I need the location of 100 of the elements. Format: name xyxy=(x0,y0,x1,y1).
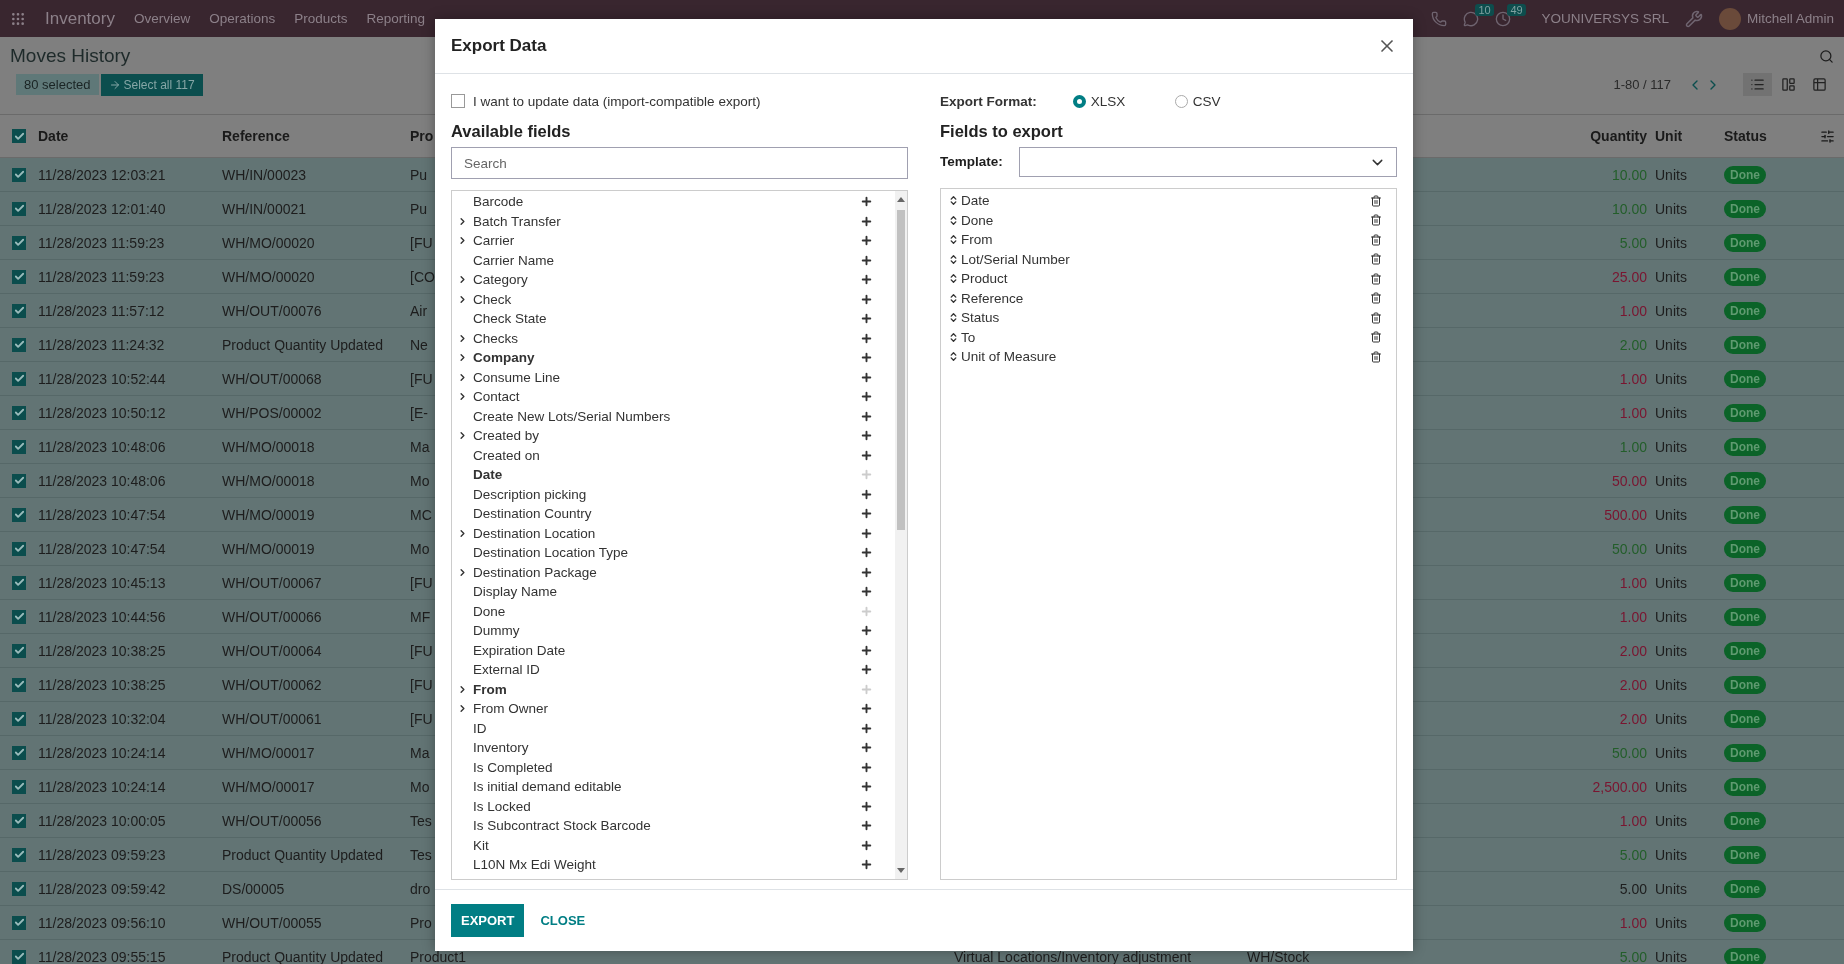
row-checkbox[interactable] xyxy=(12,949,26,964)
field-name[interactable]: Checks xyxy=(473,330,518,346)
field-name[interactable]: Done xyxy=(473,603,506,619)
row-checkbox[interactable] xyxy=(12,303,26,318)
row-checkbox[interactable] xyxy=(12,915,26,930)
delete-icon[interactable] xyxy=(1370,233,1382,246)
add-icon[interactable] xyxy=(860,780,873,794)
row-checkbox[interactable] xyxy=(12,201,26,216)
row-checkbox[interactable] xyxy=(12,405,26,420)
drag-handle-icon[interactable] xyxy=(948,234,959,246)
drag-handle-icon[interactable] xyxy=(948,331,959,343)
apps-menu-icon[interactable] xyxy=(10,10,26,27)
row-checkbox[interactable] xyxy=(12,439,26,454)
field-name[interactable]: Description picking xyxy=(473,486,587,502)
scrollbar[interactable] xyxy=(895,191,907,879)
expand-icon[interactable] xyxy=(457,235,468,247)
field-name[interactable]: Check xyxy=(473,291,512,307)
field-name[interactable]: Product xyxy=(961,271,1008,287)
add-icon[interactable] xyxy=(860,799,873,813)
add-icon[interactable] xyxy=(860,546,873,560)
row-checkbox[interactable] xyxy=(12,643,26,658)
field-name[interactable]: Dummy xyxy=(473,623,520,639)
expand-icon[interactable] xyxy=(457,683,468,695)
delete-icon[interactable] xyxy=(1370,350,1382,363)
drag-handle-icon[interactable] xyxy=(948,312,959,324)
delete-icon[interactable] xyxy=(1370,214,1382,227)
radio-label[interactable]: XLSX xyxy=(1090,93,1126,109)
format-radio[interactable] xyxy=(1072,94,1086,108)
delete-icon[interactable] xyxy=(1370,311,1382,324)
add-icon[interactable] xyxy=(860,721,873,735)
field-name[interactable]: To xyxy=(961,329,976,345)
add-icon[interactable] xyxy=(860,624,873,638)
add-icon[interactable] xyxy=(860,526,873,540)
add-icon[interactable] xyxy=(860,409,873,423)
add-icon[interactable] xyxy=(860,370,873,384)
field-name[interactable]: L10N Mx Edi Weight xyxy=(473,857,596,873)
field-name[interactable]: Destination Location xyxy=(473,525,596,541)
field-name[interactable]: Display Name xyxy=(473,584,558,600)
field-name[interactable]: Carrier xyxy=(473,233,515,249)
field-name[interactable]: Consume Line xyxy=(473,369,561,385)
search-icon[interactable] xyxy=(1819,48,1834,64)
search-field[interactable]: Search xyxy=(451,147,908,179)
row-checkbox[interactable] xyxy=(12,269,26,284)
drag-handle-icon[interactable] xyxy=(948,292,959,304)
menu-item[interactable]: Operations xyxy=(209,11,276,26)
field-name[interactable]: Is initial demand editable xyxy=(473,779,622,795)
field-name[interactable]: Created on xyxy=(473,447,540,463)
add-icon[interactable] xyxy=(860,429,873,443)
add-icon[interactable] xyxy=(860,838,873,852)
add-icon[interactable] xyxy=(860,273,873,287)
row-checkbox[interactable] xyxy=(12,235,26,250)
drag-handle-icon[interactable] xyxy=(948,253,959,265)
field-name[interactable]: Batch Transfer xyxy=(473,213,561,229)
drag-handle-icon[interactable] xyxy=(948,351,959,363)
delete-icon[interactable] xyxy=(1370,331,1382,344)
row-checkbox[interactable] xyxy=(12,847,26,862)
expand-icon[interactable] xyxy=(457,274,468,286)
expand-icon[interactable] xyxy=(457,703,468,715)
settings-icon[interactable] xyxy=(1820,128,1835,144)
delete-icon[interactable] xyxy=(1370,272,1382,285)
add-icon[interactable] xyxy=(860,663,873,677)
field-name[interactable]: Company xyxy=(473,350,535,366)
radio-label[interactable]: CSV xyxy=(1192,93,1221,109)
add-icon[interactable] xyxy=(860,819,873,833)
row-checkbox[interactable] xyxy=(12,575,26,590)
add-icon[interactable] xyxy=(860,195,873,209)
add-icon[interactable] xyxy=(860,390,873,404)
add-icon[interactable] xyxy=(860,702,873,716)
drag-handle-icon[interactable] xyxy=(948,195,959,207)
row-checkbox[interactable] xyxy=(12,779,26,794)
field-name[interactable]: Status xyxy=(961,310,1000,326)
field-name[interactable]: Expiration Date xyxy=(473,642,566,658)
tools-icon[interactable] xyxy=(1684,9,1703,28)
add-icon[interactable] xyxy=(860,234,873,248)
menu-item[interactable]: Products xyxy=(294,11,348,26)
close-link[interactable]: CLOSE xyxy=(530,904,596,937)
column-header[interactable]: Quantity xyxy=(1590,128,1647,144)
field-name[interactable]: Lot/Serial Number xyxy=(961,251,1070,267)
add-icon[interactable] xyxy=(860,312,873,326)
row-checkbox[interactable] xyxy=(12,473,26,488)
user-name[interactable]: Mitchell Admin xyxy=(1746,11,1834,26)
menu-item[interactable]: Reporting xyxy=(366,11,426,26)
field-name[interactable]: Destination Location Type xyxy=(473,545,629,561)
export-button[interactable]: EXPORT xyxy=(451,904,525,937)
field-name[interactable]: Category xyxy=(473,272,528,288)
add-icon[interactable] xyxy=(860,214,873,228)
add-icon[interactable] xyxy=(860,858,873,872)
field-name[interactable]: Check State xyxy=(473,311,547,327)
field-name[interactable]: Date xyxy=(961,193,990,209)
field-name[interactable]: Carrier Name xyxy=(473,252,554,268)
row-checkbox[interactable] xyxy=(12,507,26,522)
expand-icon[interactable] xyxy=(457,566,468,578)
field-name[interactable]: Contact xyxy=(473,389,520,405)
add-icon[interactable] xyxy=(860,292,873,306)
field-name[interactable]: Done xyxy=(961,212,994,228)
field-name[interactable]: Destination Package xyxy=(473,564,597,580)
add-icon[interactable] xyxy=(860,253,873,267)
field-name[interactable]: Is Subcontract Stock Barcode xyxy=(473,818,651,834)
field-name[interactable]: From xyxy=(961,232,993,248)
field-name[interactable]: Unit of Measure xyxy=(961,349,1057,365)
